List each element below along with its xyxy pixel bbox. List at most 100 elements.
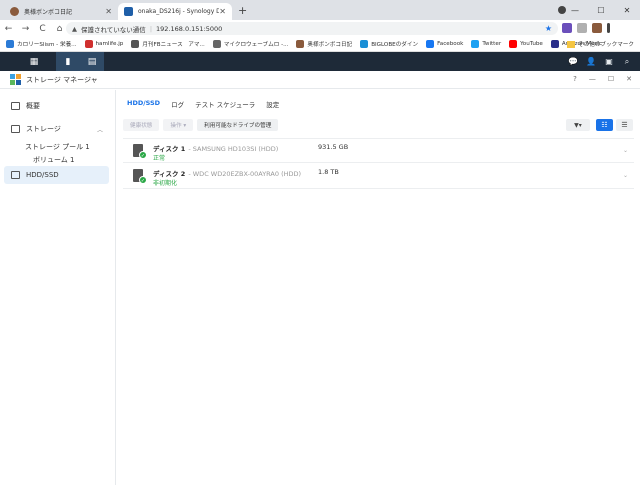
disk-status: 非初期化 xyxy=(153,180,178,187)
window-controls: — ☐ ✕ xyxy=(562,0,640,20)
detail-view-button[interactable]: ☰ xyxy=(616,119,633,131)
window-actions: ? — ☐ ✕ xyxy=(573,75,632,83)
bookmark-item[interactable]: カロリーSlism - 栄養... xyxy=(6,40,77,48)
sidebar-item-storage[interactable]: ストレージ ︿ xyxy=(4,120,109,138)
security-warning-icon[interactable]: ▲ xyxy=(72,25,77,33)
security-label: 保護されていない通信 xyxy=(81,25,146,34)
bookmark-item[interactable]: BIGLOBEのダイン xyxy=(360,40,418,48)
bookmark-star-icon[interactable]: ★ xyxy=(545,24,552,33)
bookmarks-bar: カロリーSlism - 栄養... hamlife.jp 月刊FBニュース アマ… xyxy=(0,37,640,52)
disk-row[interactable]: ✓ ディスク 1- SAMSUNG HD103SI (HDD) 正常 931.5… xyxy=(123,138,634,163)
extension-icons xyxy=(562,23,610,33)
widgets-icon[interactable]: ▣ xyxy=(600,52,618,71)
bookmark-item[interactable]: マイクロウェーブムロ -... xyxy=(212,40,288,48)
taskbar-app-storage-icon[interactable]: ▤ xyxy=(80,52,104,71)
tab-favicon-icon xyxy=(124,7,133,16)
tab-favicon-icon xyxy=(10,7,19,16)
close-window-button[interactable]: ✕ xyxy=(614,6,640,15)
back-button[interactable]: ← xyxy=(0,24,17,34)
tab-close-icon[interactable]: ✕ xyxy=(105,7,112,16)
main-tabs: HDD/SSD ログ テスト スケジューラ 設定 xyxy=(127,99,279,109)
sidebar-item-overview[interactable]: 概要 xyxy=(4,97,109,115)
extension-icon[interactable] xyxy=(577,23,587,33)
bookmark-favicon-icon xyxy=(360,40,369,48)
hdd-icon: ✓ xyxy=(133,144,147,159)
tab-close-icon[interactable]: ✕ xyxy=(219,7,226,16)
dsm-taskbar-tray: 💬 👤 ▣ ⌕ xyxy=(564,52,636,71)
bookmark-item[interactable]: Twitter xyxy=(471,40,501,48)
disk-size: 1.8 TB xyxy=(318,168,339,176)
new-tab-button[interactable]: + xyxy=(238,4,247,17)
storage-manager-window: ストレージ マネージャ ? — ☐ ✕ 概要 ストレージ ︿ ストレージ プール… xyxy=(0,71,640,485)
window-minimize-button[interactable]: — xyxy=(589,75,596,83)
disk-model: - SAMSUNG HD103SI (HDD) xyxy=(188,145,279,153)
maximize-button[interactable]: ☐ xyxy=(588,6,614,15)
window-title: ストレージ マネージャ xyxy=(26,75,98,84)
overview-icon xyxy=(11,102,20,110)
bookmark-item[interactable]: hamlife.jp xyxy=(84,40,123,48)
amazon-music-icon xyxy=(550,40,559,48)
bookmark-item[interactable]: 月刊FBニュース アマ... xyxy=(131,40,205,48)
window-close-button[interactable]: ✕ xyxy=(626,75,632,83)
youtube-icon xyxy=(509,40,518,48)
disk-title: ディスク 1- SAMSUNG HD103SI (HDD) xyxy=(153,143,278,153)
chevron-down-icon[interactable]: ⌄ xyxy=(623,147,628,154)
manage-drives-button[interactable]: 利用可能なドライブの管理 xyxy=(197,119,279,131)
storage-manager-icon xyxy=(10,74,21,85)
health-status-button[interactable]: 健康状態 xyxy=(123,119,160,131)
main-menu-icon[interactable]: ▦ xyxy=(22,52,46,71)
browser-tab-synology[interactable]: onaka_DS216j - Synology DiskSt ✕ xyxy=(118,3,232,20)
tab-title: 奥様ボンボコ日記 xyxy=(24,9,73,16)
onenote-extension-icon[interactable] xyxy=(562,23,572,33)
browser-tab-bonboko[interactable]: 奥様ボンボコ日記 ✕ xyxy=(4,3,118,20)
disk-size: 931.5 GB xyxy=(318,143,349,151)
disk-title: ディスク 2- WDC WD20EZBX-00AYRA0 (HDD) xyxy=(153,168,301,178)
help-button[interactable]: ? xyxy=(573,75,577,83)
storage-icon xyxy=(11,125,20,133)
folder-icon xyxy=(567,40,576,48)
tab-hdd-ssd[interactable]: HDD/SSD xyxy=(127,99,160,109)
tab-log[interactable]: ログ xyxy=(171,99,184,109)
tab-test-scheduler[interactable]: テスト スケジューラ xyxy=(195,99,255,109)
taskbar-app-filestation-icon[interactable]: ▮ xyxy=(56,52,80,71)
user-icon[interactable]: 👤 xyxy=(582,52,600,71)
tab-settings[interactable]: 設定 xyxy=(266,99,279,109)
healthy-check-icon: ✓ xyxy=(139,176,147,184)
hdd-icon xyxy=(11,171,20,179)
window-maximize-button[interactable]: ☐ xyxy=(608,75,614,83)
dsm-taskbar: ▦ ▮ ▤ 💬 👤 ▣ ⌕ xyxy=(0,52,640,71)
sidebar-item-hdd-ssd[interactable]: HDD/SSD xyxy=(4,166,109,184)
chrome-menu-icon[interactable] xyxy=(607,23,610,33)
url-text: 192.168.0.151:5000 xyxy=(156,24,223,33)
tab-title: onaka_DS216j - Synology DiskSt xyxy=(138,8,220,15)
disk-row[interactable]: ✓ ディスク 2- WDC WD20EZBX-00AYRA0 (HDD) 非初期… xyxy=(123,164,634,189)
reload-button[interactable]: C xyxy=(34,24,51,34)
hdd-icon: ✓ xyxy=(133,169,147,184)
extensions-puzzle-icon[interactable] xyxy=(592,23,602,33)
bookmark-favicon-icon xyxy=(212,40,221,48)
sidebar: 概要 ストレージ ︿ ストレージ プール 1 ボリューム 1 HDD/SSD xyxy=(0,90,116,485)
minimize-button[interactable]: — xyxy=(562,6,588,15)
main-panel: HDD/SSD ログ テスト スケジューラ 設定 健康状態 操作 ▾ 利用可能な… xyxy=(117,90,640,485)
healthy-check-icon: ✓ xyxy=(139,151,147,159)
notifications-icon[interactable]: 💬 xyxy=(564,52,582,71)
other-bookmarks[interactable]: その他のブックマーク xyxy=(567,40,634,48)
bookmark-item[interactable]: 奥様ボンボコ日記 xyxy=(296,40,352,48)
browser-toolbar: ← → C ⌂ ▲ 保護されていない通信 | 192.168.0.151:500… xyxy=(0,20,640,37)
disk-model: - WDC WD20EZBX-00AYRA0 (HDD) xyxy=(188,170,302,178)
disk-name: ディスク 2 xyxy=(153,170,186,178)
filter-button[interactable]: ▼▾ xyxy=(566,119,590,131)
address-bar[interactable]: ▲ 保護されていない通信 | 192.168.0.151:5000 ★ xyxy=(66,22,558,35)
search-icon[interactable]: ⌕ xyxy=(618,52,636,71)
bookmark-favicon-icon xyxy=(131,40,140,48)
bookmark-item[interactable]: YouTube xyxy=(509,40,543,48)
window-title-bar: ストレージ マネージャ ? — ☐ ✕ xyxy=(0,71,640,89)
chevron-up-icon[interactable]: ︿ xyxy=(97,125,103,134)
sidebar-item-volume[interactable]: ボリューム 1 xyxy=(33,155,74,165)
action-menu-button[interactable]: 操作 ▾ xyxy=(163,119,194,131)
sidebar-item-storage-pool[interactable]: ストレージ プール 1 xyxy=(25,142,90,152)
forward-button[interactable]: → xyxy=(17,24,34,34)
list-view-button[interactable]: ☷ xyxy=(596,119,613,131)
chevron-down-icon[interactable]: ⌄ xyxy=(623,172,628,179)
bookmark-item[interactable]: Facebook xyxy=(426,40,463,48)
